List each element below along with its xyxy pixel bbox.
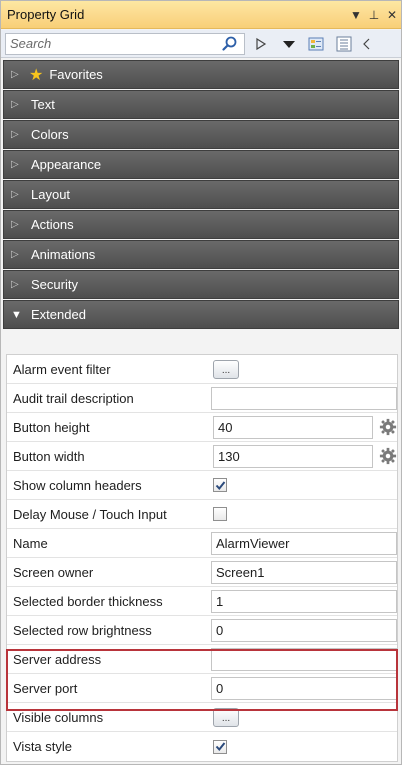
property-value-field[interactable]: 130: [213, 444, 373, 468]
list-view-icon[interactable]: [333, 32, 357, 56]
pin-icon[interactable]: ⊥: [365, 8, 383, 22]
search-input[interactable]: [6, 33, 206, 54]
property-name: Button height: [13, 419, 90, 435]
property-row: Screen owner Screen1: [7, 558, 397, 587]
expand-triangle-icon[interactable]: ▷: [11, 219, 27, 230]
expand-triangle-icon[interactable]: ▷: [11, 189, 27, 200]
property-row: Button width 130: [7, 442, 397, 471]
gear-icon[interactable]: [379, 447, 397, 465]
property-name: Selected row brightness: [13, 622, 152, 638]
checkbox-checked[interactable]: [213, 478, 227, 492]
property-row: Button height 40: [7, 413, 397, 442]
property-row: Audit trail description: [7, 384, 397, 413]
property-row: Server port 0: [7, 674, 397, 703]
expand-arrow-icon[interactable]: [249, 32, 273, 56]
property-name: Audit trail description: [13, 390, 134, 406]
checkbox-unchecked[interactable]: [213, 507, 227, 521]
categorized-view-icon[interactable]: [305, 32, 329, 56]
gear-icon[interactable]: [379, 418, 397, 436]
property-name: Delay Mouse / Touch Input: [13, 506, 167, 522]
property-name: Show column headers: [13, 477, 142, 493]
property-value-field[interactable]: [211, 386, 397, 410]
ellipsis-button[interactable]: ...: [213, 707, 239, 727]
property-value-field[interactable]: 0: [211, 618, 397, 642]
category-list: ▷ ★ Favorites ▷ Text ▷ Colors ▷ Appearan…: [1, 59, 401, 330]
panel-title: Property Grid: [7, 7, 85, 22]
category-label: Favorites: [49, 67, 103, 82]
expand-triangle-icon[interactable]: ▷: [11, 159, 27, 170]
category-label: Text: [31, 97, 55, 112]
filter-dropdown-icon[interactable]: [277, 32, 301, 56]
property-value-field[interactable]: AlarmViewer: [211, 531, 397, 555]
property-value-field[interactable]: 40: [213, 415, 373, 439]
category-security[interactable]: ▷ Security: [3, 270, 399, 299]
collapse-triangle-icon[interactable]: ▼: [11, 309, 27, 321]
property-row: Visible columns ...: [7, 703, 397, 732]
dropdown-icon[interactable]: ▼: [347, 8, 365, 22]
server-port-field[interactable]: 0: [211, 676, 397, 700]
category-animations[interactable]: ▷ Animations: [3, 240, 399, 269]
title-bar: Property Grid ▼ ⊥ ✕: [1, 1, 401, 29]
property-row: Server address: [7, 645, 397, 674]
expand-triangle-icon[interactable]: ▷: [11, 249, 27, 260]
property-row: Selected border thickness 1: [7, 587, 397, 616]
property-name: Alarm event filter: [13, 361, 111, 377]
property-grid-panel: Property Grid ▼ ⊥ ✕ Search ▷ ★ Favorites…: [0, 0, 402, 765]
category-label: Animations: [31, 247, 96, 262]
extended-properties: Alarm event filter ... Audit trail descr…: [6, 354, 398, 762]
category-actions[interactable]: ▷ Actions: [3, 210, 399, 239]
category-label: Extended: [31, 307, 86, 322]
property-row: Selected row brightness 0: [7, 616, 397, 645]
category-colors[interactable]: ▷ Colors: [3, 120, 399, 149]
expand-triangle-icon[interactable]: ▷: [11, 129, 27, 140]
category-text[interactable]: ▷ Text: [3, 90, 399, 119]
category-label: Security: [31, 277, 78, 292]
property-name: Name: [13, 535, 48, 551]
property-row: Show column headers: [7, 471, 397, 500]
category-layout[interactable]: ▷ Layout: [3, 180, 399, 209]
expand-triangle-icon[interactable]: ▷: [11, 69, 27, 80]
property-row: Name AlarmViewer: [7, 529, 397, 558]
property-name: Server port: [13, 680, 78, 696]
property-name: Selected border thickness: [13, 593, 163, 609]
collapse-left-icon[interactable]: [361, 32, 371, 56]
category-extended[interactable]: ▼ Extended: [3, 300, 399, 329]
category-label: Actions: [31, 217, 74, 232]
search-icon[interactable]: [222, 36, 238, 52]
server-address-field[interactable]: [211, 647, 397, 671]
ellipsis-button[interactable]: ...: [213, 359, 239, 379]
property-value-field[interactable]: Screen1: [211, 560, 397, 584]
category-favorites[interactable]: ▷ ★ Favorites: [3, 60, 399, 89]
search-box: [5, 32, 245, 55]
property-name: Visible columns: [13, 709, 104, 725]
property-name: Vista style: [13, 739, 73, 754]
property-value-field[interactable]: 1: [211, 589, 397, 613]
star-icon: ★: [29, 66, 44, 84]
property-name: Screen owner: [13, 564, 94, 580]
expand-triangle-icon[interactable]: ▷: [11, 279, 27, 290]
property-row: Vista style: [7, 732, 397, 761]
checkbox-checked[interactable]: [213, 739, 227, 754]
property-row: Alarm event filter ...: [7, 355, 397, 384]
close-icon[interactable]: ✕: [383, 8, 401, 22]
expand-triangle-icon[interactable]: ▷: [11, 99, 27, 110]
category-appearance[interactable]: ▷ Appearance: [3, 150, 399, 179]
property-name: Button width: [13, 448, 85, 464]
search-toolbar: [1, 30, 401, 58]
property-row: Delay Mouse / Touch Input: [7, 500, 397, 529]
category-label: Appearance: [31, 157, 102, 172]
property-name: Server address: [13, 651, 102, 667]
category-label: Layout: [31, 187, 71, 202]
category-label: Colors: [31, 127, 69, 142]
